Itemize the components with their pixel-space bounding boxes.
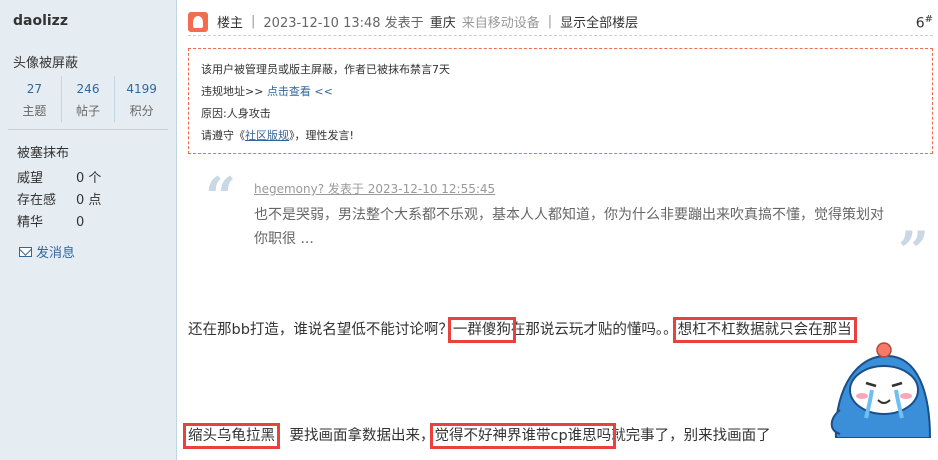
highlighted-text: 想杠不杠数据就只会在那当 — [672, 317, 857, 343]
prop-row: 威望 0 个 — [17, 168, 101, 190]
prop-value: 0 个 — [76, 171, 102, 186]
send-message-label: 发消息 — [36, 246, 76, 261]
mail-icon — [19, 246, 32, 257]
thread-starter-icon — [188, 11, 208, 32]
quote-body: 也不是哭弱，男法整个大系都不乐观，基本人人都知道，你为什么非要蹦出来吹真搞不懂，… — [254, 207, 884, 247]
stat-posts-value: 246 — [76, 82, 100, 96]
sidebar-divider — [8, 129, 168, 130]
prop-key: 威望 — [17, 171, 44, 186]
stat-credits[interactable]: 4199 积分 — [115, 76, 168, 122]
quote-author[interactable]: hegemony? 发表于 2023-12-10 12:55:45 — [254, 180, 495, 197]
notice-reason: 原因:人身攻击 — [201, 107, 271, 120]
stat-credits-value: 4199 — [126, 82, 157, 96]
community-rules-link[interactable]: 社区版规 — [245, 129, 289, 142]
stat-credits-label: 积分 — [129, 104, 154, 118]
author-sidebar: daolizz 头像被屏蔽 27 主题 246 帖子 4199 积分 被塞抹布 … — [0, 0, 177, 460]
stat-posts-label: 帖子 — [76, 104, 101, 118]
avatar-blocked-notice: 头像被屏蔽 — [13, 56, 79, 71]
highlighted-text: 一群傻狗 — [447, 317, 516, 343]
prop-key: 精华 — [17, 215, 44, 230]
highlighted-text: 缩头乌龟拉黑 — [183, 423, 280, 449]
post-text-line: 还在那bb打造，谁说名望低不能讨论啊？一群傻狗在那说云玩才贴的懂吗。。想杠不杠数… — [188, 317, 857, 343]
username[interactable]: daolizz — [13, 13, 68, 29]
prop-value: 0 点 — [76, 193, 102, 208]
stat-topics-label: 主题 — [22, 104, 47, 118]
show-all-floors-link[interactable]: 显示全部楼层 — [560, 12, 638, 31]
prop-value: 0 — [76, 215, 85, 230]
stat-topics[interactable]: 27 主题 — [8, 76, 62, 122]
user-props: 威望 0 个 存在感 0 点 精华 0 — [17, 168, 101, 234]
notice-line: 请遵守《社区版规》，理性发言! — [201, 129, 354, 142]
prop-key: 存在感 — [17, 193, 57, 208]
crying-sticker-icon — [830, 342, 932, 438]
highlighted-text: 觉得不好神界谁带cp谁思吗 — [429, 423, 617, 449]
stat-topics-value: 27 — [26, 82, 42, 96]
violation-link[interactable]: 点击查看 << — [267, 85, 333, 98]
notice-line: 该用户被管理员或版主屏蔽，作者已被抹布禁言7天 — [201, 63, 450, 76]
user-group[interactable]: 被塞抹布 — [17, 142, 69, 161]
role-label: 楼主 — [217, 16, 244, 31]
post-date: 2023-12-10 13:48 发表于 — [263, 16, 424, 31]
device-label: 来自移动设备 — [461, 16, 540, 31]
stat-posts[interactable]: 246 帖子 — [62, 76, 116, 122]
notice-line: 违规地址>> 点击查看 << — [201, 85, 333, 98]
post-location: 重庆 — [429, 16, 456, 31]
quote-close-icon: ” — [898, 219, 930, 283]
moderation-notice: 该用户被管理员或版主屏蔽，作者已被抹布禁言7天 违规地址>> 点击查看 << 原… — [188, 48, 933, 154]
prop-row: 精华 0 — [17, 212, 101, 234]
floor-number[interactable]: 6# — [916, 14, 933, 32]
send-message-link[interactable]: 发消息 — [19, 242, 75, 261]
prop-row: 存在感 0 点 — [17, 190, 101, 212]
user-stats: 27 主题 246 帖子 4199 积分 — [8, 76, 168, 122]
quote-open-icon: “ — [205, 165, 237, 229]
post-header: 楼主 | 2023-12-10 13:48 发表于 重庆 来自移动设备 | 显示… — [188, 8, 933, 36]
post-text-line: 缩头乌龟拉黑，要找画面拿数据出来，觉得不好神界谁带cp谁思吗就完事了，别来找画面… — [183, 423, 771, 449]
